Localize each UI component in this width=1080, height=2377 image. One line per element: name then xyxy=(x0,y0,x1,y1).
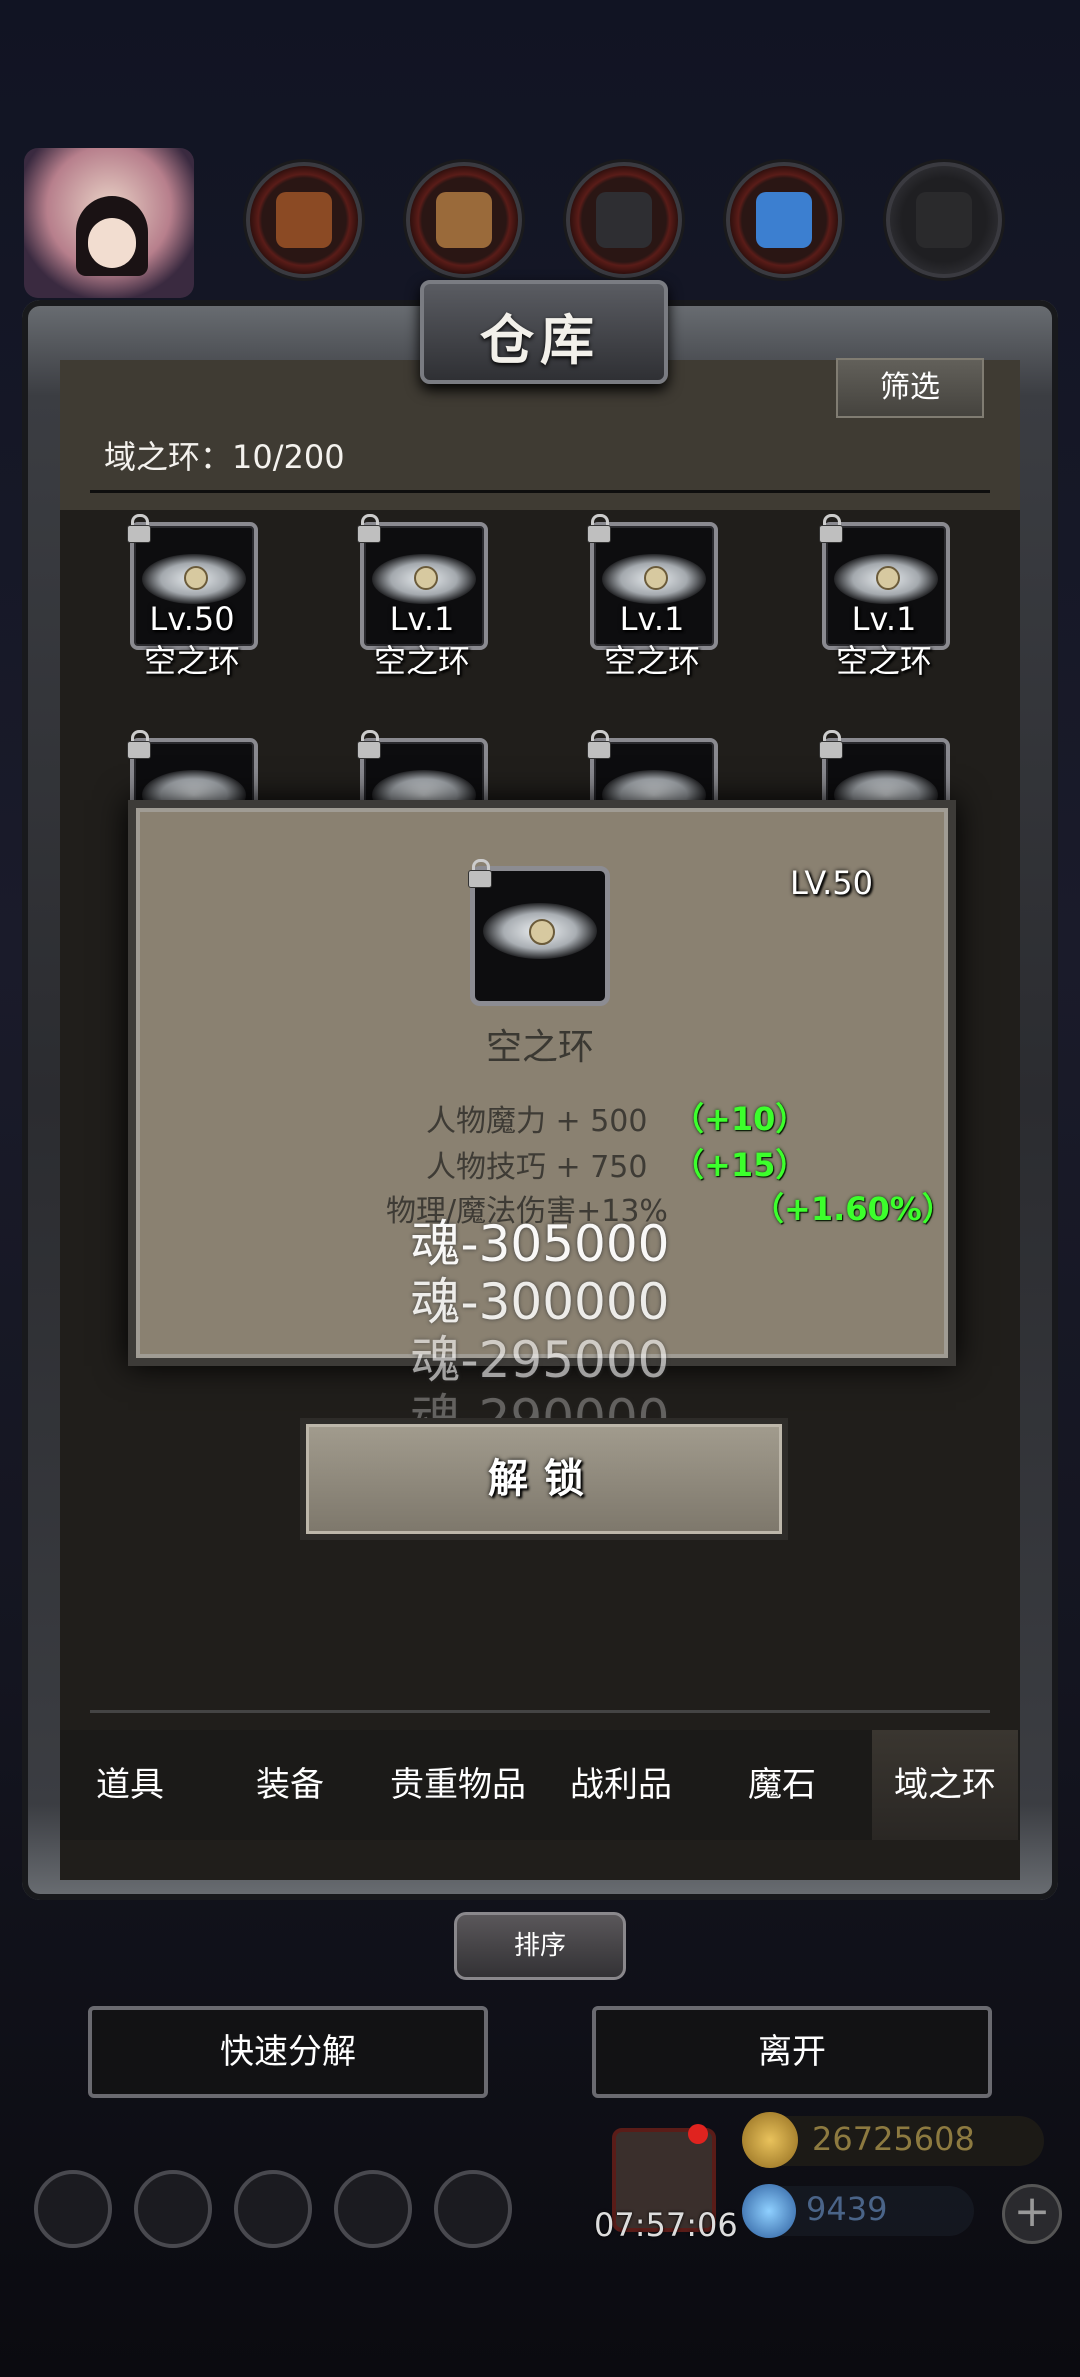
stat-bonus: （+10） xyxy=(672,1100,808,1138)
resource-iron-icon[interactable] xyxy=(566,162,682,278)
tab-valuables[interactable]: 贵重物品 xyxy=(380,1730,536,1840)
lock-icon xyxy=(467,859,493,888)
item-level: Lv.50 xyxy=(149,600,235,638)
item-name: 空之环 xyxy=(835,642,932,680)
filter-button[interactable]: 筛选 xyxy=(836,358,984,418)
player-avatar[interactable] xyxy=(24,148,194,298)
divider xyxy=(90,490,990,493)
lock-icon xyxy=(356,514,382,543)
tab-items[interactable]: 道具 xyxy=(62,1730,198,1840)
tab-magic-stones[interactable]: 魔石 xyxy=(714,1730,850,1840)
stat-line: 人物魔力 + 500 xyxy=(426,1104,648,1139)
resource-crystal-icon[interactable] xyxy=(726,162,842,278)
resource-locked-icon[interactable] xyxy=(886,162,1002,278)
stat-bonus: （+1.60%） xyxy=(752,1190,954,1228)
gold-coin-icon xyxy=(742,2112,798,2168)
guild-icon[interactable] xyxy=(234,2170,312,2248)
tab-equipment[interactable]: 装备 xyxy=(222,1730,358,1840)
capacity-label: 域之环：10/200 xyxy=(104,438,345,476)
item-level: Lv.1 xyxy=(851,600,917,638)
notification-dot xyxy=(688,2124,708,2144)
lock-icon xyxy=(818,730,844,759)
gift-timer: 07:57:06 xyxy=(594,2206,738,2244)
tab-loot[interactable]: 战利品 xyxy=(550,1730,692,1840)
shop-icon[interactable] xyxy=(434,2170,512,2248)
item-name: 空之环 xyxy=(373,642,470,680)
quick-decompose-button[interactable]: 快速分解 xyxy=(88,2006,488,2098)
achievement-icon[interactable] xyxy=(134,2170,212,2248)
lock-icon xyxy=(818,514,844,543)
gem-icon xyxy=(742,2184,796,2238)
tab-domain-rings[interactable]: 域之环 xyxy=(872,1730,1018,1840)
add-gems-button[interactable]: + xyxy=(1002,2184,1062,2244)
resource-wood-icon[interactable] xyxy=(246,162,362,278)
popup-level: LV.50 xyxy=(790,864,873,902)
item-name: 空之环 xyxy=(143,642,240,680)
lock-icon xyxy=(126,514,152,543)
resource-plank-icon[interactable] xyxy=(406,162,522,278)
stat-line: 人物技巧 + 750 xyxy=(426,1150,648,1185)
lock-icon xyxy=(586,730,612,759)
gold-amount: 26725608 xyxy=(812,2120,975,2158)
lock-icon xyxy=(126,730,152,759)
leave-button[interactable]: 离开 xyxy=(592,2006,992,2098)
stat-bonus: （+15） xyxy=(672,1146,808,1184)
settings-icon[interactable] xyxy=(34,2170,112,2248)
item-level: Lv.1 xyxy=(389,600,455,638)
popup-item-icon xyxy=(468,859,610,1006)
item-level: Lv.1 xyxy=(619,600,685,638)
lock-icon xyxy=(586,514,612,543)
mail-icon[interactable] xyxy=(334,2170,412,2248)
storage-title: 仓库 xyxy=(480,309,600,372)
divider xyxy=(90,1710,990,1713)
gem-amount: 9439 xyxy=(806,2190,888,2228)
item-name: 空之环 xyxy=(603,642,700,680)
lock-icon xyxy=(356,730,382,759)
popup-item-name: 空之环 xyxy=(485,1027,594,1068)
unlock-button[interactable]: 解锁 xyxy=(300,1418,788,1540)
sort-button[interactable]: 排序 xyxy=(454,1912,626,1980)
